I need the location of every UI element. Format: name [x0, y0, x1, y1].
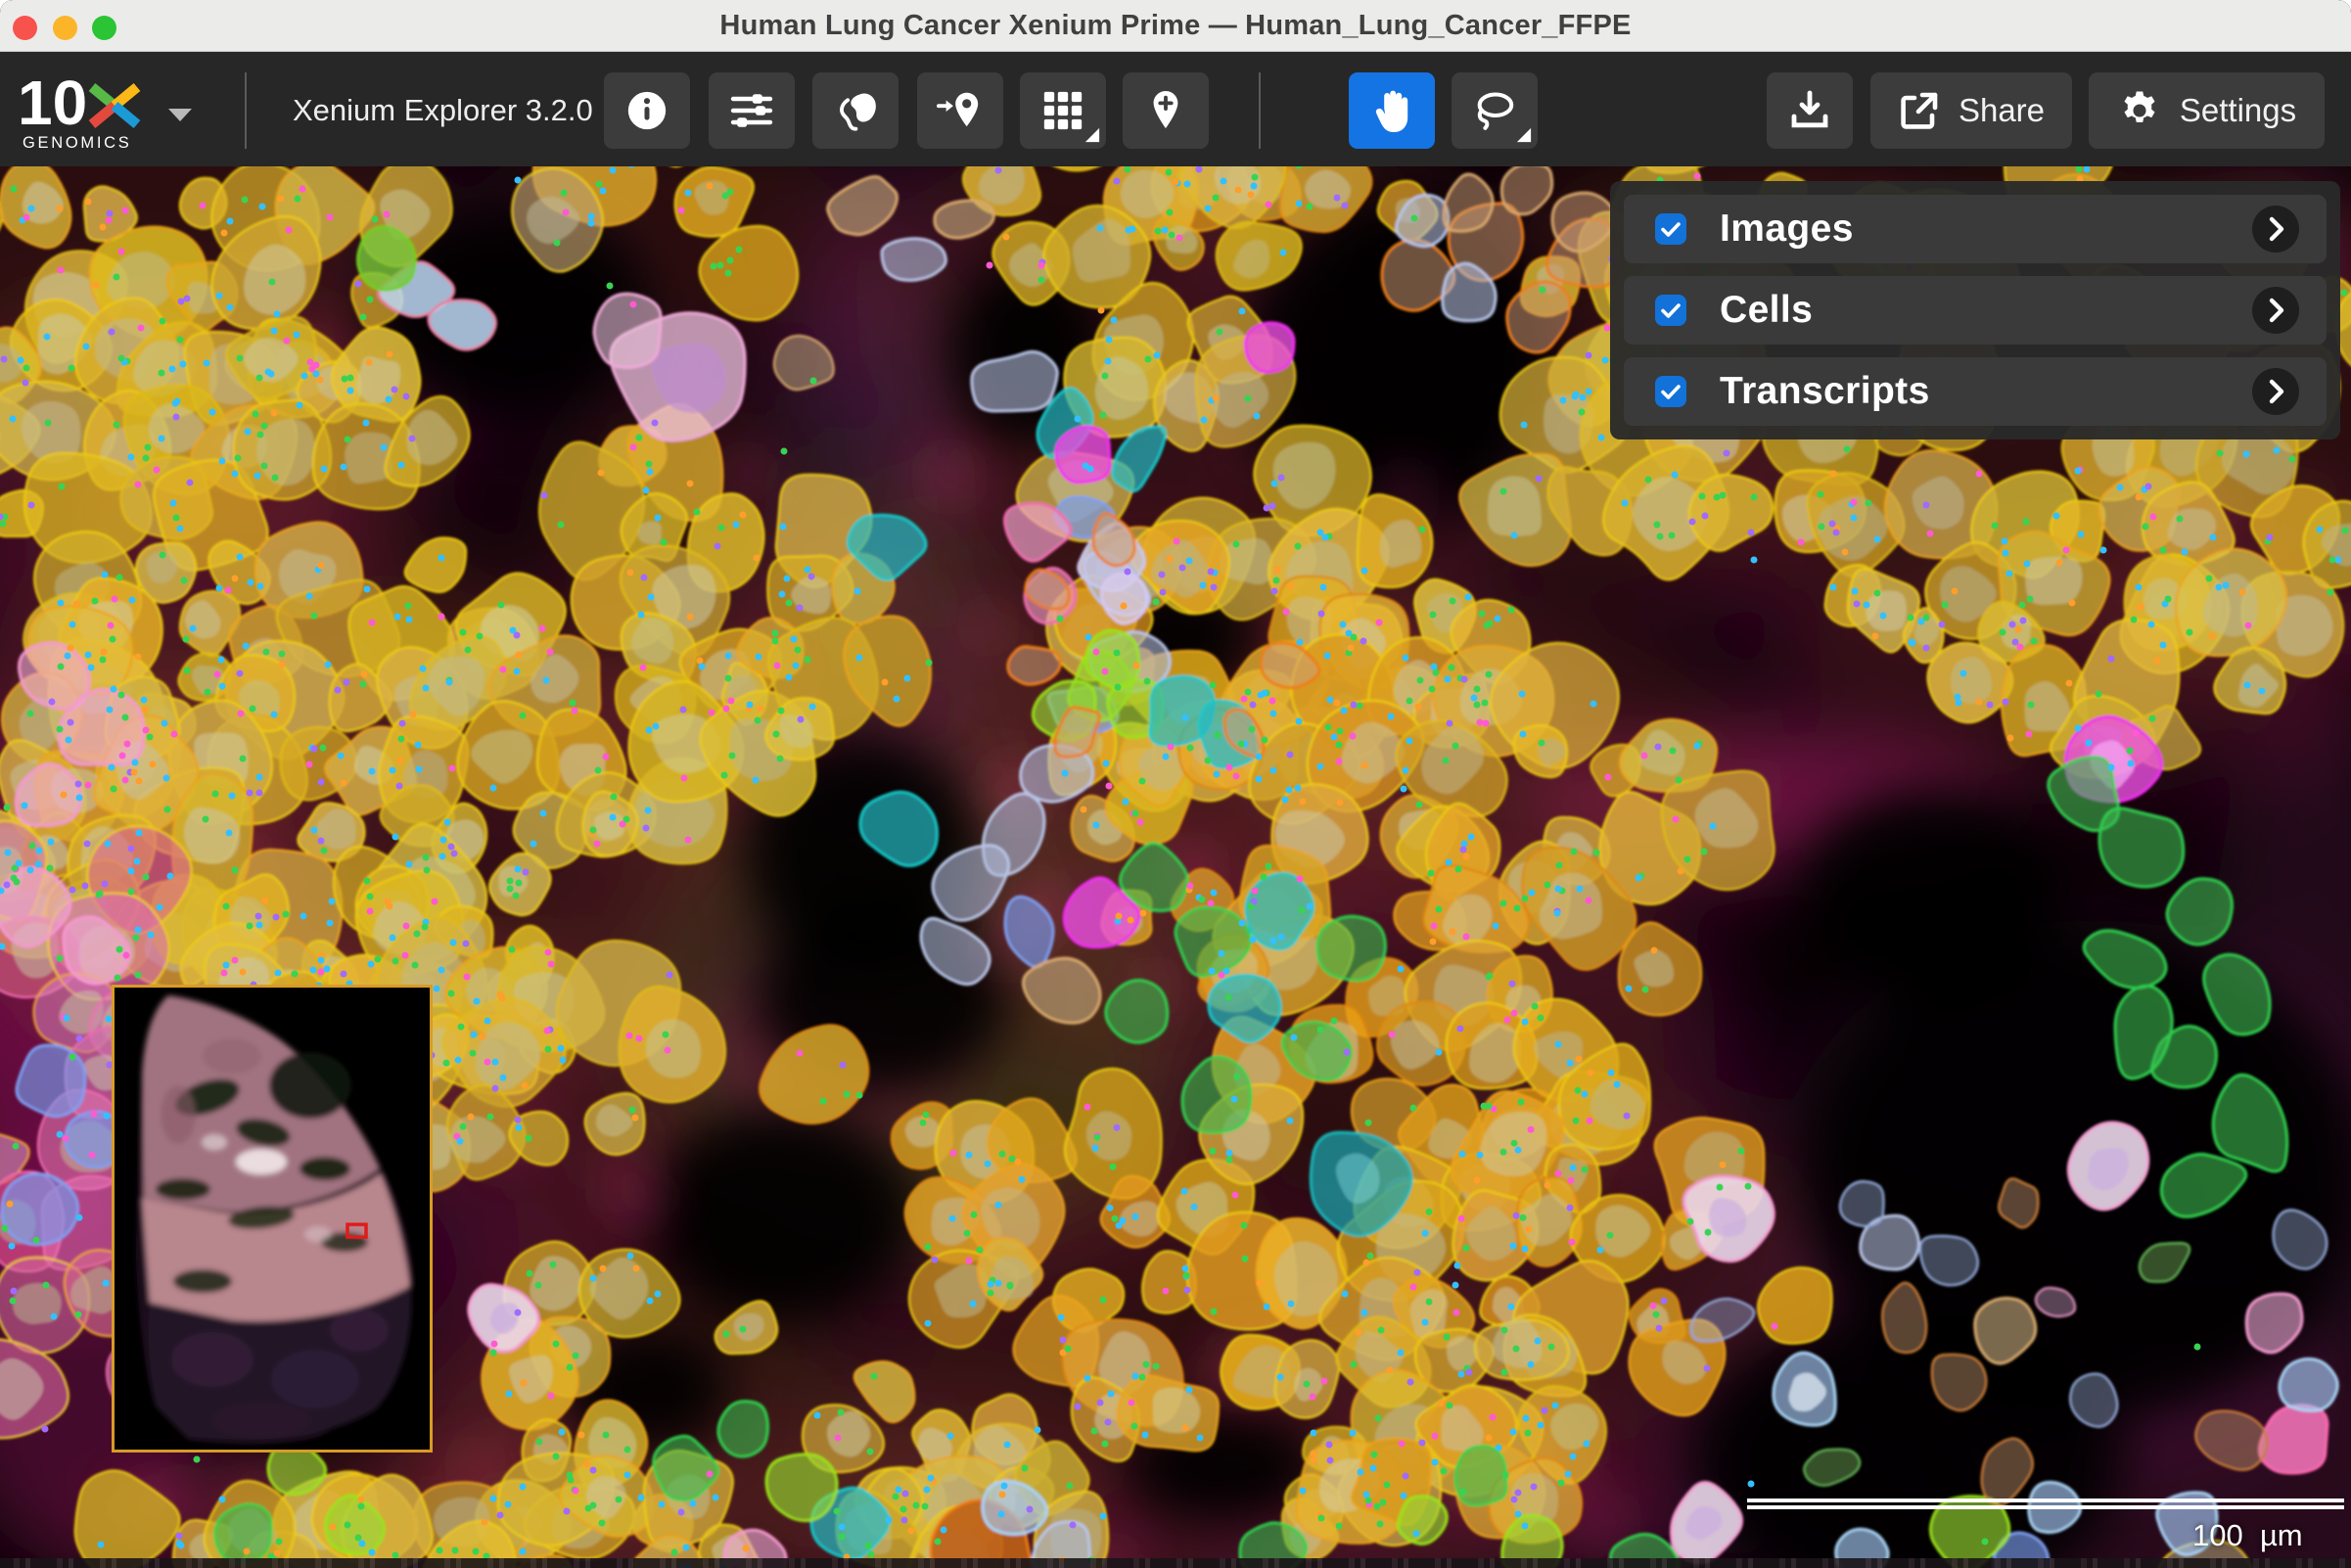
svg-text:10: 10 [22, 73, 87, 138]
svg-text:GENOMICS: GENOMICS [23, 134, 131, 152]
